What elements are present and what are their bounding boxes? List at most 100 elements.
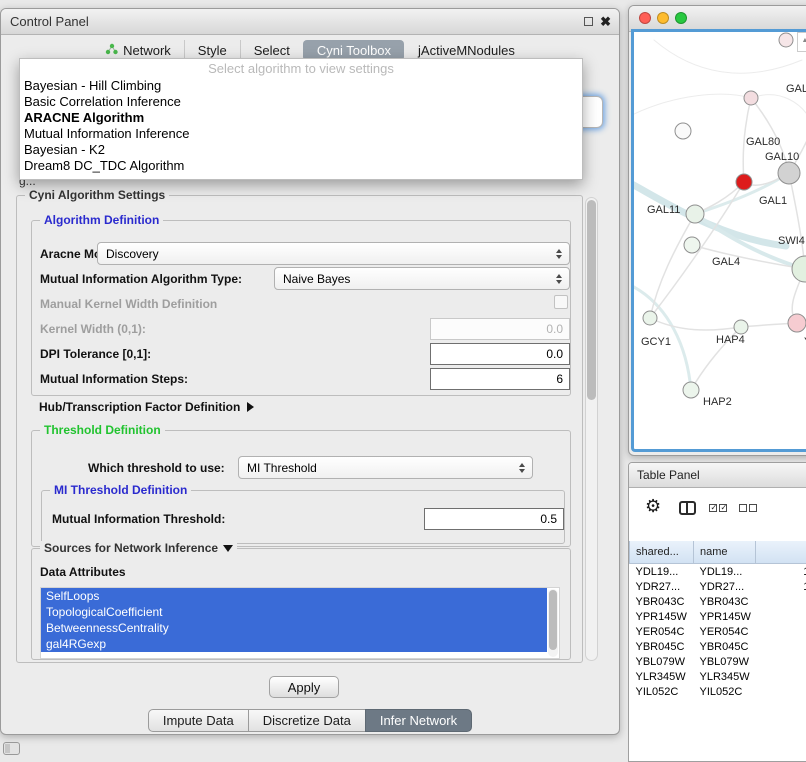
- algorithm-option-basic-correlation-inference[interactable]: Basic Correlation Inference: [20, 94, 582, 110]
- list-scrollbar[interactable]: [548, 589, 558, 657]
- network-edge: [751, 95, 806, 127]
- select-checked-icon[interactable]: [709, 504, 727, 512]
- network-node[interactable]: [643, 311, 657, 325]
- dpi-tolerance-field[interactable]: 0.0: [430, 343, 570, 365]
- combo-stepper-icon: [551, 249, 566, 259]
- network-node[interactable]: [683, 382, 699, 398]
- table-cell: YDL19...: [630, 564, 694, 580]
- algorithm-option-aracne-algorithm[interactable]: ARACNE Algorithm: [20, 110, 582, 126]
- algorithm-definition-title: Algorithm Definition: [40, 213, 163, 227]
- sources-group-title[interactable]: Sources for Network Inference: [40, 541, 237, 555]
- hub-definition-toggle[interactable]: Hub/Transcription Factor Definition: [39, 400, 254, 414]
- mi-steps-field[interactable]: 6: [430, 368, 570, 390]
- column-header-shared[interactable]: shared...: [630, 541, 694, 564]
- node-label: GCY1: [641, 336, 671, 348]
- network-node[interactable]: [675, 123, 691, 139]
- network-node[interactable]: [779, 33, 793, 47]
- table-row[interactable]: YPR145WYPR145W9.: [630, 609, 806, 624]
- network-node[interactable]: [778, 162, 800, 184]
- node-label: GAL80: [746, 136, 780, 148]
- kernel-width-field[interactable]: 0.0: [430, 318, 570, 340]
- traffic-lights: [639, 12, 687, 24]
- algorithm-option-dream8-dc-tdc-algorithm[interactable]: Dream8 DC_TDC Algorithm: [20, 158, 582, 174]
- table-cell: [756, 684, 806, 699]
- select-empty-icon[interactable]: [739, 504, 757, 512]
- tab-label: Cyni Toolbox: [317, 43, 391, 58]
- which-threshold-select[interactable]: MI Threshold: [238, 456, 533, 479]
- table-row[interactable]: YBL079WYBL079W: [630, 654, 806, 669]
- close-button[interactable]: [639, 12, 651, 24]
- network-node[interactable]: [686, 205, 704, 223]
- table-row[interactable]: YBR043CYBR043C: [630, 594, 806, 609]
- column-header-name[interactable]: name: [694, 541, 756, 564]
- tab-label: Network: [123, 43, 171, 58]
- network-canvas[interactable]: GALGAL80GAL10GAL11GAL1SWI4GAL4GCY1HAP4YH…: [631, 29, 806, 452]
- data-attributes-list[interactable]: SelfLoopsTopologicalCoefficientBetweenne…: [40, 587, 560, 659]
- table-cell: 8.: [756, 624, 806, 639]
- bottom-tabs: Impute DataDiscretize DataInfer Network: [1, 709, 619, 732]
- table-row[interactable]: YIL052CYIL052C: [630, 684, 806, 699]
- mi-threshold-field[interactable]: 0.5: [424, 508, 564, 530]
- close-icon[interactable]: ✖: [600, 15, 611, 28]
- settings-scrollbar[interactable]: [585, 197, 598, 661]
- table-cell: 9.: [756, 669, 806, 684]
- table-cell: YDL19...: [694, 564, 756, 580]
- table-header-row[interactable]: shared...name: [630, 541, 806, 564]
- network-edge: [650, 318, 741, 330]
- tab-infer-network[interactable]: Infer Network: [365, 709, 472, 732]
- algorithm-option-bayesian-k2[interactable]: Bayesian - K2: [20, 142, 582, 158]
- combo-stepper-icon: [551, 274, 566, 284]
- mi-algorithm-type-select[interactable]: Naive Bayes: [274, 267, 570, 290]
- network-node[interactable]: [788, 314, 806, 332]
- settings-group-title: Cyni Algorithm Settings: [25, 188, 169, 202]
- threshold-definition-title: Threshold Definition: [40, 423, 165, 437]
- node-label: GAL4: [712, 256, 740, 268]
- table-row[interactable]: YLR345WYLR345W9.: [630, 669, 806, 684]
- minimize-button[interactable]: [657, 12, 669, 24]
- table-cell: YDR27...: [694, 579, 756, 594]
- float-window-icon[interactable]: [584, 17, 593, 26]
- network-node[interactable]: [792, 256, 806, 282]
- restore-panel-icon[interactable]: [3, 742, 20, 755]
- tab-label: Style: [198, 43, 227, 58]
- attribute-item-topologicalcoefficient[interactable]: TopologicalCoefficient: [41, 604, 547, 620]
- zoom-button[interactable]: [675, 12, 687, 24]
- manual-kernel-width-checkbox[interactable]: [554, 295, 568, 309]
- control-panel-window: Control Panel ✖ NetworkStyleSelectCyni T…: [0, 8, 620, 735]
- table-row[interactable]: YDR27...YDR27...12: [630, 579, 806, 594]
- tab-impute-data[interactable]: Impute Data: [148, 709, 249, 732]
- table-row[interactable]: YDL19...YDL19...13: [630, 564, 806, 580]
- table-panel-titlebar[interactable]: Table Panel: [629, 463, 806, 488]
- network-edge: [789, 173, 805, 269]
- columns-icon[interactable]: [679, 501, 696, 515]
- attribute-item-selfloops[interactable]: SelfLoops: [41, 588, 547, 604]
- network-node[interactable]: [736, 174, 752, 190]
- canvas-scroll-fragment[interactable]: ▲: [797, 32, 806, 52]
- algorithm-option-bayesian-hill-climbing[interactable]: Bayesian - Hill Climbing: [20, 78, 582, 94]
- table-cell: 12: [756, 579, 806, 594]
- control-panel-titlebar[interactable]: Control Panel ✖: [1, 9, 619, 35]
- attribute-item-betweennesscentrality[interactable]: BetweennessCentrality: [41, 620, 547, 636]
- table-row[interactable]: YER054CYER054C8.: [630, 624, 806, 639]
- table-cell: YDR27...: [630, 579, 694, 594]
- table-cell: YLR345W: [694, 669, 756, 684]
- network-node[interactable]: [684, 237, 700, 253]
- apply-button[interactable]: Apply: [269, 676, 339, 698]
- network-node[interactable]: [734, 320, 748, 334]
- node-label: HAP4: [716, 334, 745, 346]
- tab-discretize-data[interactable]: Discretize Data: [248, 709, 366, 732]
- aracne-mode-select[interactable]: Discovery: [97, 242, 570, 265]
- network-icon: [105, 43, 118, 58]
- table-toolbar: ⚙: [629, 488, 806, 542]
- combo-stepper-icon: [514, 463, 529, 473]
- network-graph: GALGAL80GAL10GAL11GAL1SWI4GAL4GCY1HAP4YH…: [634, 32, 806, 452]
- attribute-item-gal4rgexp[interactable]: gal4RGexp: [41, 636, 547, 652]
- table-cell: [756, 594, 806, 609]
- gear-icon[interactable]: ⚙: [645, 496, 661, 517]
- expanded-arrow-icon: [223, 545, 233, 552]
- table-cell: YER054C: [630, 624, 694, 639]
- table-row[interactable]: YBR045CYBR045C9.: [630, 639, 806, 654]
- column-header-extra[interactable]: [756, 541, 806, 564]
- network-node[interactable]: [744, 91, 758, 105]
- algorithm-option-mutual-information-inference[interactable]: Mutual Information Inference: [20, 126, 582, 142]
